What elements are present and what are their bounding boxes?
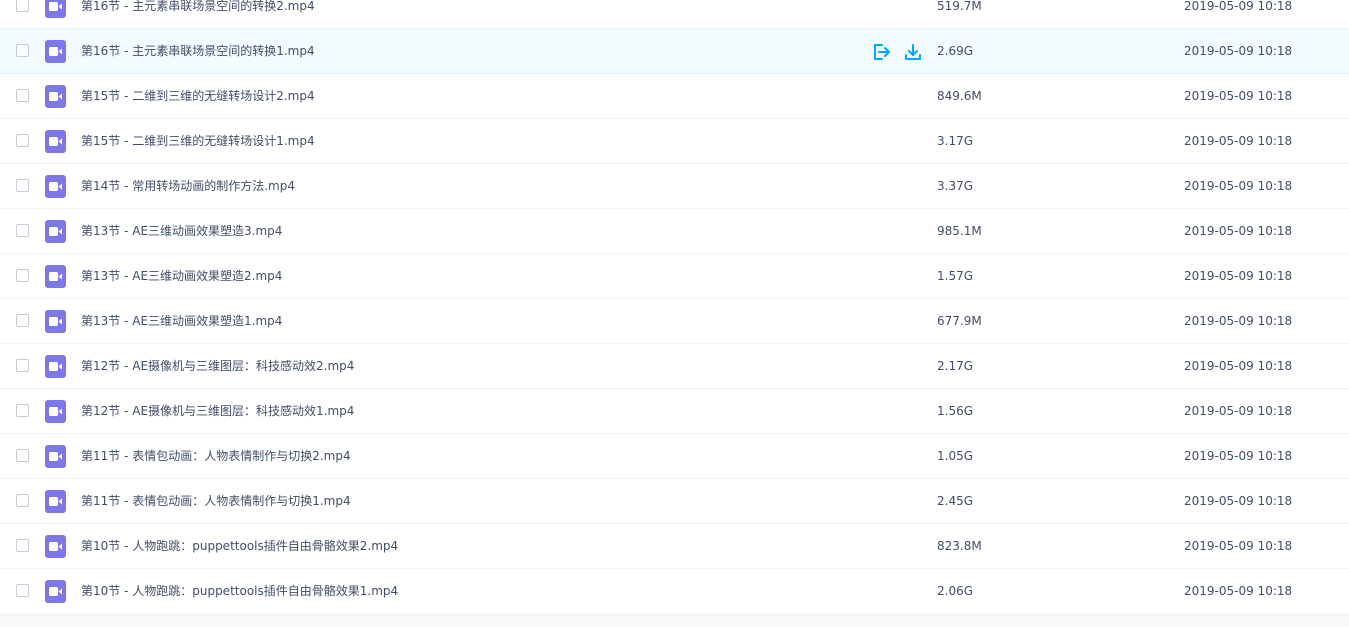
file-modified-date: 2019-05-09 10:18 <box>1184 89 1293 103</box>
file-size: 2.06G <box>937 584 974 598</box>
row-checkbox[interactable] <box>16 449 29 462</box>
row-checkbox[interactable] <box>16 539 29 552</box>
video-file-icon <box>45 220 66 243</box>
file-row[interactable]: 第12节 - AE摄像机与三维图层：科技感动效2.mp4 2.17G 2019-… <box>0 344 1349 389</box>
file-size: 985.1M <box>937 224 982 238</box>
file-size: 849.6M <box>937 89 982 103</box>
file-size: 1.56G <box>937 404 974 418</box>
file-size: 2.69G <box>937 44 974 58</box>
row-checkbox[interactable] <box>16 0 29 12</box>
file-modified-date: 2019-05-09 10:18 <box>1184 134 1293 148</box>
row-checkbox[interactable] <box>16 89 29 102</box>
row-checkbox[interactable] <box>16 44 29 57</box>
file-modified-date: 2019-05-09 10:18 <box>1184 494 1293 508</box>
row-checkbox[interactable] <box>16 224 29 237</box>
file-size: 3.17G <box>937 134 974 148</box>
file-name[interactable]: 第12节 - AE摄像机与三维图层：科技感动效1.mp4 <box>81 403 354 419</box>
video-file-icon <box>45 445 66 468</box>
file-name[interactable]: 第13节 - AE三维动画效果塑造1.mp4 <box>81 313 282 329</box>
row-checkbox[interactable] <box>16 179 29 192</box>
video-file-icon <box>45 310 66 333</box>
download-icon[interactable] <box>903 42 923 62</box>
file-row[interactable]: 第16节 - 主元素串联场景空间的转换1.mp4 2.69G 2019-05-0… <box>0 29 1349 74</box>
video-file-icon <box>45 490 66 513</box>
file-modified-date: 2019-05-09 10:18 <box>1184 269 1293 283</box>
file-size: 1.57G <box>937 269 974 283</box>
video-file-icon <box>45 580 66 603</box>
video-file-icon <box>45 40 66 63</box>
row-checkbox[interactable] <box>16 404 29 417</box>
video-file-icon <box>45 355 66 378</box>
video-file-icon <box>45 85 66 108</box>
file-name[interactable]: 第11节 - 表情包动画：人物表情制作与切换1.mp4 <box>81 493 351 509</box>
file-row[interactable]: 第11节 - 表情包动画：人物表情制作与切换2.mp4 1.05G 2019-0… <box>0 434 1349 479</box>
file-name[interactable]: 第10节 - 人物跑跳：puppettools插件自由骨骼效果2.mp4 <box>81 538 398 554</box>
file-size: 1.05G <box>937 449 974 463</box>
file-row[interactable]: 第15节 - 二维到三维的无缝转场设计1.mp4 3.17G 2019-05-0… <box>0 119 1349 164</box>
file-row[interactable]: 第10节 - 人物跑跳：puppettools插件自由骨骼效果2.mp4 823… <box>0 524 1349 569</box>
file-size: 677.9M <box>937 314 982 328</box>
file-list: 第16节 - 主元素串联场景空间的转换2.mp4 519.7M 2019-05-… <box>0 0 1349 627</box>
video-file-icon <box>45 535 66 558</box>
file-name[interactable]: 第15节 - 二维到三维的无缝转场设计1.mp4 <box>81 133 315 149</box>
file-modified-date: 2019-05-09 10:18 <box>1184 44 1293 58</box>
file-modified-date: 2019-05-09 10:18 <box>1184 314 1293 328</box>
file-name[interactable]: 第13节 - AE三维动画效果塑造3.mp4 <box>81 223 282 239</box>
file-modified-date: 2019-05-09 10:18 <box>1184 449 1293 463</box>
file-row[interactable]: 第13节 - AE三维动画效果塑造2.mp4 1.57G 2019-05-09 … <box>0 254 1349 299</box>
row-checkbox[interactable] <box>16 494 29 507</box>
file-modified-date: 2019-05-09 10:18 <box>1184 179 1293 193</box>
file-size: 519.7M <box>937 0 982 13</box>
file-name[interactable]: 第16节 - 主元素串联场景空间的转换1.mp4 <box>81 43 315 59</box>
file-name[interactable]: 第13节 - AE三维动画效果塑造2.mp4 <box>81 268 282 284</box>
file-row[interactable]: 第12节 - AE摄像机与三维图层：科技感动效1.mp4 1.56G 2019-… <box>0 389 1349 434</box>
file-modified-date: 2019-05-09 10:18 <box>1184 0 1293 13</box>
row-checkbox[interactable] <box>16 269 29 282</box>
file-name[interactable]: 第14节 - 常用转场动画的制作方法.mp4 <box>81 178 295 194</box>
file-row[interactable]: 第16节 - 主元素串联场景空间的转换2.mp4 519.7M 2019-05-… <box>0 0 1349 29</box>
share-icon[interactable] <box>871 42 891 62</box>
file-row[interactable]: 第15节 - 二维到三维的无缝转场设计2.mp4 849.6M 2019-05-… <box>0 74 1349 119</box>
file-size: 3.37G <box>937 179 974 193</box>
file-name[interactable]: 第15节 - 二维到三维的无缝转场设计2.mp4 <box>81 88 315 104</box>
row-checkbox[interactable] <box>16 134 29 147</box>
row-checkbox[interactable] <box>16 314 29 327</box>
list-footer <box>0 613 1349 627</box>
file-name[interactable]: 第11节 - 表情包动画：人物表情制作与切换2.mp4 <box>81 448 351 464</box>
video-file-icon <box>45 400 66 423</box>
file-modified-date: 2019-05-09 10:18 <box>1184 539 1293 553</box>
video-file-icon <box>45 130 66 153</box>
file-name[interactable]: 第16节 - 主元素串联场景空间的转换2.mp4 <box>81 0 315 14</box>
file-row[interactable]: 第13节 - AE三维动画效果塑造3.mp4 985.1M 2019-05-09… <box>0 209 1349 254</box>
file-size: 2.17G <box>937 359 974 373</box>
file-modified-date: 2019-05-09 10:18 <box>1184 224 1293 238</box>
video-file-icon <box>45 265 66 288</box>
file-size: 823.8M <box>937 539 982 553</box>
video-file-icon <box>45 175 66 198</box>
file-row[interactable]: 第11节 - 表情包动画：人物表情制作与切换1.mp4 2.45G 2019-0… <box>0 479 1349 524</box>
video-file-icon <box>45 0 66 18</box>
file-row[interactable]: 第13节 - AE三维动画效果塑造1.mp4 677.9M 2019-05-09… <box>0 299 1349 344</box>
file-size: 2.45G <box>937 494 974 508</box>
row-checkbox[interactable] <box>16 359 29 372</box>
row-checkbox[interactable] <box>16 584 29 597</box>
file-name[interactable]: 第10节 - 人物跑跳：puppettools插件自由骨骼效果1.mp4 <box>81 583 398 599</box>
file-row[interactable]: 第14节 - 常用转场动画的制作方法.mp4 3.37G 2019-05-09 … <box>0 164 1349 209</box>
file-name[interactable]: 第12节 - AE摄像机与三维图层：科技感动效2.mp4 <box>81 358 354 374</box>
file-row[interactable]: 第10节 - 人物跑跳：puppettools插件自由骨骼效果1.mp4 2.0… <box>0 569 1349 614</box>
file-modified-date: 2019-05-09 10:18 <box>1184 584 1293 598</box>
file-modified-date: 2019-05-09 10:18 <box>1184 359 1293 373</box>
file-modified-date: 2019-05-09 10:18 <box>1184 404 1293 418</box>
